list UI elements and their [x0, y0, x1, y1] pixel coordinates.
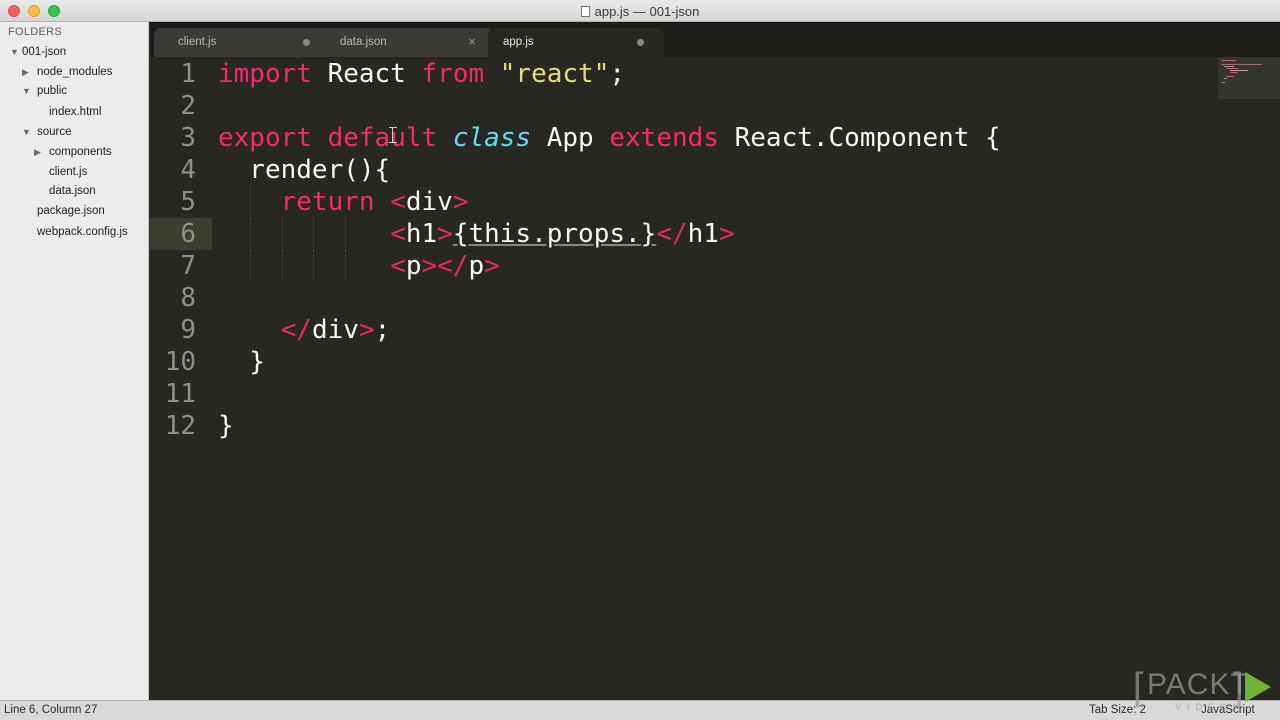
code-text[interactable]: import React from "react"; [218, 58, 625, 90]
tab-data-json[interactable]: data.json × [318, 28, 494, 57]
code-text[interactable]: <h1>{this.props.}</h1> [218, 218, 734, 250]
code-text[interactable]: } [218, 346, 265, 378]
sidebar-item-webpack-config-js[interactable]: webpack.config.js [37, 223, 128, 241]
code-line[interactable]: 9 </div>; [150, 314, 1210, 346]
code-text[interactable]: </div>; [218, 314, 391, 346]
sidebar-item-node-modules[interactable]: ▶ node_modules [22, 63, 112, 81]
minimap[interactable] [1218, 57, 1280, 99]
line-number: 10 [164, 347, 196, 377]
line-number: 5 [180, 187, 196, 217]
code-line[interactable]: 1 import React from "react"; [150, 58, 1210, 90]
line-number: 1 [180, 59, 196, 89]
disclosure-expanded-icon[interactable]: ▼ [22, 123, 34, 141]
code-line[interactable]: 8 [150, 282, 1210, 314]
code-line[interactable]: 5 return <div> [150, 186, 1210, 218]
line-number: 9 [180, 315, 196, 345]
line-number: 3 [180, 123, 196, 153]
syntax-selector[interactable]: JavaScript [1201, 704, 1255, 716]
tab-client-js[interactable]: client.js [154, 28, 330, 57]
code-line-current[interactable]: 6 <h1>{this.props.}</h1> [150, 218, 1210, 250]
line-number: 4 [180, 155, 196, 185]
line-number: 8 [180, 283, 196, 313]
code-line[interactable]: 3 export default class App extends React… [150, 122, 1210, 154]
sidebar-item-001-json[interactable]: ▼ 001-json [10, 43, 66, 61]
sidebar-item-package-json[interactable]: package.json [37, 202, 105, 220]
code-text[interactable]: export default class App extends React.C… [218, 122, 1001, 154]
code-text[interactable]: render(){ [218, 154, 390, 186]
line-number: 6 [180, 219, 196, 249]
unsaved-dot-icon[interactable] [303, 39, 310, 46]
unsaved-dot-icon[interactable] [637, 39, 644, 46]
code-line[interactable]: 2 [150, 90, 1210, 122]
document-icon [580, 6, 590, 17]
code-line[interactable]: 4 render(){ [150, 154, 1210, 186]
disclosure-expanded-icon[interactable]: ▼ [22, 82, 34, 100]
disclosure-collapsed-icon[interactable]: ▶ [22, 63, 34, 81]
sidebar-item-public[interactable]: ▼ public [22, 82, 67, 100]
status-bar: Line 6, Column 27 Tab Size: 2 JavaScript [0, 700, 1280, 720]
tab-bar: client.js data.json × app.js [150, 22, 1280, 57]
title-bar: app.js — 001-json [0, 0, 1280, 22]
code-text[interactable]: } [218, 410, 234, 442]
tab-size-selector[interactable]: Tab Size: 2 [1089, 704, 1146, 716]
mouse-text-cursor-icon [389, 127, 397, 143]
sidebar-item-components[interactable]: ▶ components [34, 143, 112, 161]
code-line[interactable]: 10 } [150, 346, 1210, 378]
sidebar-item-data-json[interactable]: data.json [49, 182, 96, 200]
sidebar-item-source[interactable]: ▼ source [22, 123, 72, 141]
disclosure-expanded-icon[interactable]: ▼ [10, 43, 22, 61]
close-tab-icon[interactable]: × [468, 34, 476, 49]
window-title: app.js — 001-json [0, 4, 1280, 19]
code-editor[interactable]: 1 import React from "react"; 2 3 export … [150, 57, 1280, 700]
cursor-position: Line 6, Column 27 [4, 704, 98, 716]
line-number: 7 [180, 251, 196, 281]
code-line[interactable]: 7 <p></p> [150, 250, 1210, 282]
line-number: 2 [180, 91, 196, 121]
sidebar-item-client-js[interactable]: client.js [49, 163, 87, 181]
disclosure-collapsed-icon[interactable]: ▶ [34, 143, 46, 161]
code-line[interactable]: 11 [150, 378, 1210, 410]
sidebar-item-index-html[interactable]: index.html [49, 103, 101, 121]
folders-header: FOLDERS [8, 26, 63, 38]
line-number: 12 [164, 411, 196, 441]
code-line[interactable]: 12 } [150, 410, 1210, 442]
tab-app-js[interactable]: app.js [488, 28, 664, 57]
code-text[interactable]: return <div> [218, 186, 469, 218]
line-number: 11 [164, 379, 196, 409]
code-text[interactable]: <p></p> [218, 250, 500, 282]
sidebar: FOLDERS ▼ 001-json ▶ node_modules ▼ public … [0, 22, 149, 700]
